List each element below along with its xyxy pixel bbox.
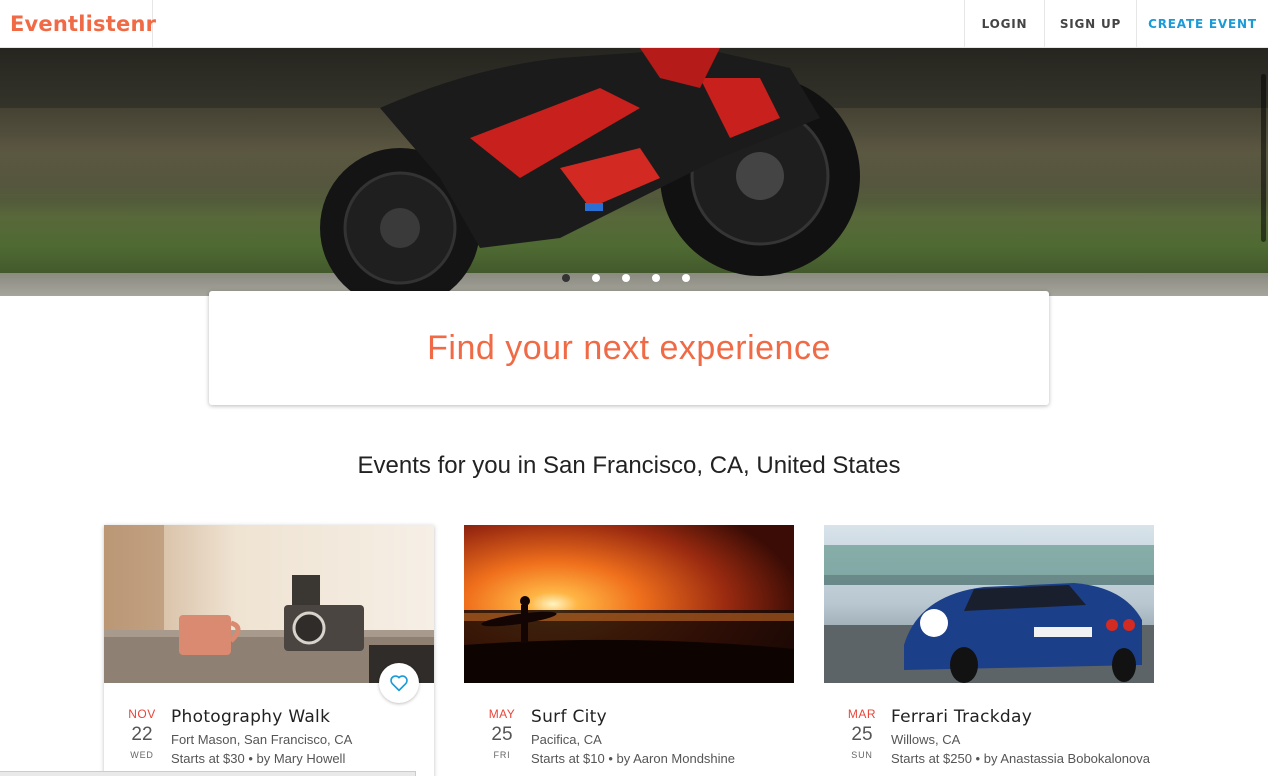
event-date: NOV 22 WED bbox=[104, 707, 180, 760]
event-day: 25 bbox=[851, 724, 873, 745]
hero-carousel[interactable] bbox=[0, 48, 1268, 296]
search-prompt[interactable]: Find your next experience bbox=[427, 329, 831, 368]
carousel-dot-4[interactable] bbox=[652, 274, 660, 282]
event-date: MAR 25 SUN bbox=[824, 707, 900, 760]
event-card-surf-city[interactable]: MAY 25 FRI Surf City Pacifica, CA Starts… bbox=[464, 525, 794, 776]
photography-image bbox=[104, 525, 434, 683]
event-price-organizer: Starts at $250 • by Anastassia Bobokalon… bbox=[891, 751, 1150, 766]
motorcycle-image bbox=[320, 48, 860, 296]
page-scrollbar[interactable] bbox=[1261, 74, 1266, 242]
event-title[interactable]: Ferrari Trackday bbox=[891, 707, 1151, 727]
event-month: MAR bbox=[847, 707, 877, 721]
signup-link[interactable]: SIGN UP bbox=[1044, 0, 1136, 48]
search-box[interactable]: Find your next experience bbox=[209, 291, 1049, 405]
login-link[interactable]: LOGIN bbox=[964, 0, 1044, 48]
event-month: NOV bbox=[128, 707, 156, 721]
event-title[interactable]: Photography Walk bbox=[171, 707, 431, 727]
event-weekday: FRI bbox=[493, 750, 511, 760]
event-weekday: SUN bbox=[851, 750, 873, 760]
event-card-ferrari-trackday[interactable]: MAR 25 SUN Ferrari Trackday Willows, CA … bbox=[824, 525, 1154, 776]
event-location: Willows, CA bbox=[891, 732, 961, 747]
event-price-organizer: Starts at $10 • by Aaron Mondshine bbox=[531, 751, 736, 766]
event-date: MAY 25 FRI bbox=[464, 707, 540, 760]
carousel-dots bbox=[562, 274, 690, 282]
carousel-dot-2[interactable] bbox=[592, 274, 600, 282]
favorite-button[interactable] bbox=[379, 663, 419, 703]
brand-name[interactable]: Eventlistenr bbox=[10, 12, 156, 36]
event-card-photography-walk[interactable]: NOV 22 WED Photography Walk Fort Mason, … bbox=[104, 525, 434, 776]
status-bar bbox=[0, 771, 416, 776]
ferrari-image bbox=[824, 525, 1154, 683]
surf-sunset-image bbox=[464, 525, 794, 683]
create-event-link[interactable]: CREATE EVENT bbox=[1136, 0, 1268, 48]
carousel-dot-1[interactable] bbox=[562, 274, 570, 282]
event-weekday: WED bbox=[130, 750, 154, 760]
nav-links: LOGIN SIGN UP CREATE EVENT bbox=[964, 0, 1268, 48]
event-day: 22 bbox=[131, 724, 153, 745]
event-image-surf[interactable] bbox=[464, 525, 794, 683]
carousel-dot-5[interactable] bbox=[682, 274, 690, 282]
event-day: 25 bbox=[491, 724, 513, 745]
event-month: MAY bbox=[488, 707, 516, 721]
event-location: Pacifica, CA bbox=[531, 732, 602, 747]
carousel-dot-3[interactable] bbox=[622, 274, 630, 282]
event-title[interactable]: Surf City bbox=[531, 707, 791, 727]
event-image-ferrari[interactable] bbox=[824, 525, 1154, 683]
event-info: Ferrari Trackday Willows, CA Starts at $… bbox=[891, 707, 1151, 767]
brand-logo[interactable]: Eventlistenr bbox=[0, 0, 156, 48]
section-title: Events for you in San Francisco, CA, Uni… bbox=[357, 452, 901, 479]
heart-outline-icon bbox=[390, 675, 408, 692]
event-price-organizer: Starts at $30 • by Mary Howell bbox=[171, 751, 346, 766]
event-image-photography[interactable] bbox=[104, 525, 434, 683]
event-location: Fort Mason, San Francisco, CA bbox=[171, 732, 353, 747]
top-nav: Eventlistenr LOGIN SIGN UP CREATE EVENT bbox=[0, 0, 1268, 48]
event-info: Surf City Pacifica, CA Starts at $10 • b… bbox=[531, 707, 791, 767]
event-info: Photography Walk Fort Mason, San Francis… bbox=[171, 707, 431, 767]
